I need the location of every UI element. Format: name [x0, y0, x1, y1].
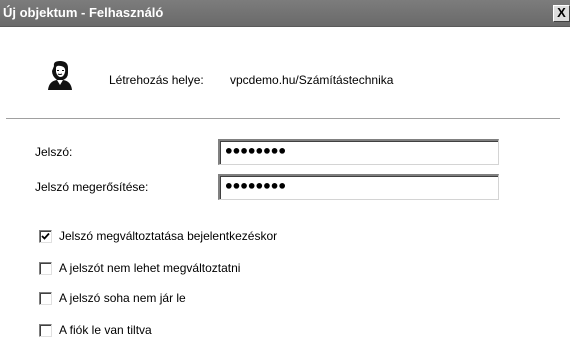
checkbox-label: A fiók le van tiltva — [59, 323, 152, 337]
checkbox-label: A jelszó soha nem jár le — [59, 291, 186, 305]
location-value: vpcdemo.hu/Számítástechnika — [230, 73, 394, 87]
window-title: Új objektum - Felhasználó — [3, 5, 164, 20]
separator — [6, 118, 560, 120]
checkbox-label: Jelszó megváltoztatása bejelentkezéskor — [59, 229, 278, 243]
checkbox[interactable] — [39, 262, 52, 275]
checkbox[interactable] — [39, 324, 52, 337]
user-icon — [48, 61, 72, 90]
checkmark-icon — [41, 232, 50, 240]
checkbox[interactable] — [39, 230, 52, 243]
location-label: Létrehozás helye: — [109, 73, 204, 87]
confirm-password-label: Jelszó megerősítése: — [35, 180, 149, 194]
checkbox-label: A jelszót nem lehet megváltoztatni — [59, 261, 241, 275]
confirm-password-input[interactable]: •••••••• — [218, 174, 499, 200]
password-input[interactable]: •••••••• — [218, 139, 499, 165]
title-bar: Új objektum - Felhasználó X — [0, 0, 570, 27]
close-icon: X — [557, 5, 566, 20]
password-label: Jelszó: — [35, 145, 73, 159]
checkbox[interactable] — [39, 292, 52, 305]
close-button[interactable]: X — [553, 5, 570, 22]
